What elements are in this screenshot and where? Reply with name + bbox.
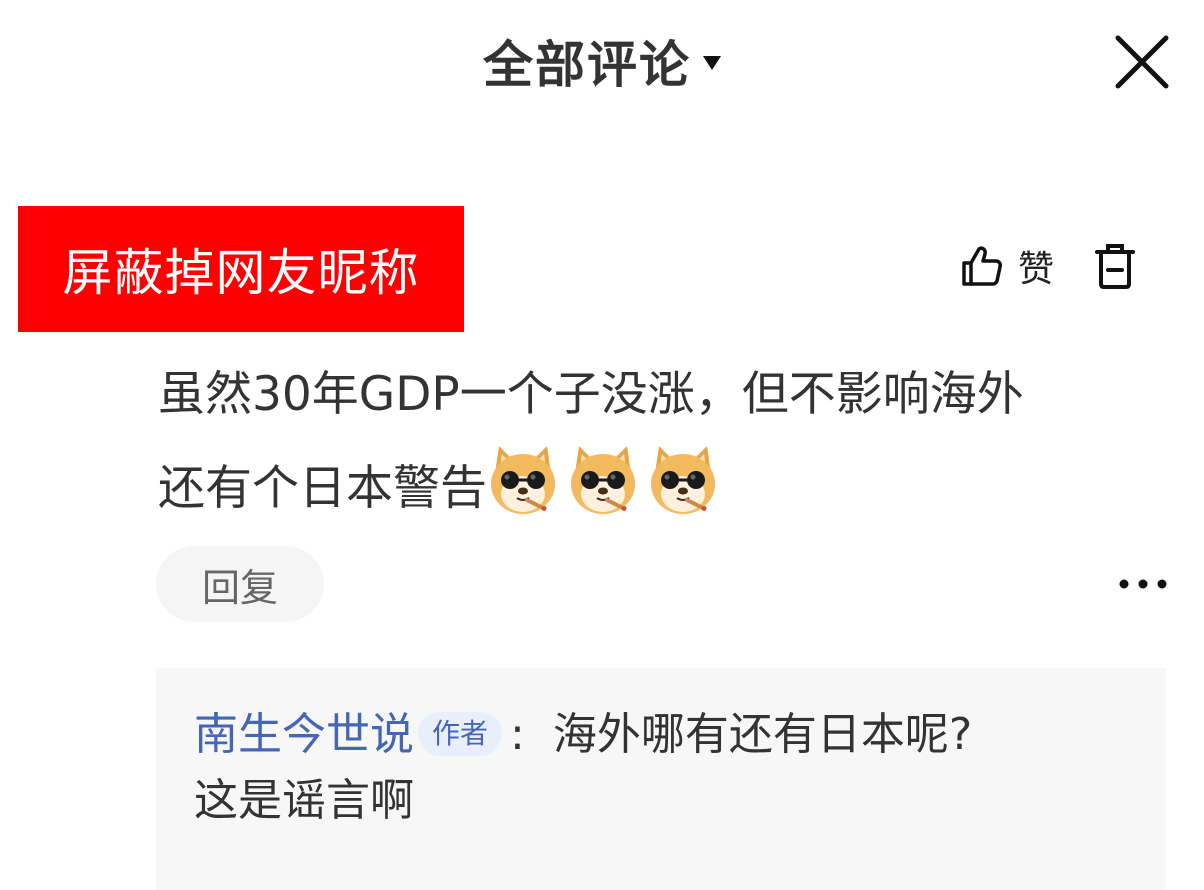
like-button[interactable]: 赞 bbox=[960, 238, 1054, 294]
close-button[interactable] bbox=[1114, 34, 1170, 90]
comment-text-line-2: 还有个日本警告 bbox=[158, 440, 1158, 534]
comment-text-line: 还有个日本警告 bbox=[158, 461, 487, 516]
more-options-button[interactable] bbox=[1118, 562, 1168, 606]
doge-emoji-icon bbox=[571, 446, 635, 514]
comments-filter-dropdown[interactable]: 全部评论 bbox=[0, 26, 1204, 96]
sub-reply-text: 海外哪有还有日本呢? bbox=[552, 709, 973, 760]
trash-icon bbox=[1095, 244, 1135, 289]
redaction-label: 屏蔽掉网友昵称 bbox=[62, 244, 420, 302]
sub-reply-text-line-2: 这是谣言啊 bbox=[194, 775, 414, 826]
doge-emoji-icon bbox=[651, 446, 715, 514]
close-icon bbox=[1115, 35, 1169, 89]
nickname-redaction-block: 屏蔽掉网友昵称 bbox=[18, 206, 464, 332]
like-label: 赞 bbox=[1018, 249, 1055, 290]
thumbs-up-icon bbox=[962, 246, 1002, 286]
sub-reply-content: 南生今世说 作者: 海外哪有还有日本呢? 这是谣言啊 bbox=[194, 702, 1134, 834]
more-dots-icon bbox=[1119, 579, 1167, 589]
author-badge: 作者 bbox=[418, 712, 503, 756]
reply-label: 回复 bbox=[201, 565, 278, 610]
author-name-link[interactable]: 南生今世说 bbox=[194, 709, 414, 760]
reply-button[interactable]: 回复 bbox=[156, 546, 324, 622]
sub-reply-box[interactable]: 南生今世说 作者: 海外哪有还有日本呢? 这是谣言啊 bbox=[156, 668, 1166, 890]
page-title: 全部评论 bbox=[483, 36, 691, 94]
comment-body: 虽然30年GDP一个子没涨，但不影响海外 还有个日本警告 bbox=[158, 350, 1158, 534]
delete-button[interactable] bbox=[1094, 242, 1136, 290]
caret-down-icon bbox=[703, 56, 721, 70]
comment-text-line: 虽然30年GDP一个子没涨，但不影响海外 bbox=[158, 367, 1024, 422]
doge-emoji-icon bbox=[491, 446, 555, 514]
separator-colon: : bbox=[510, 709, 525, 760]
